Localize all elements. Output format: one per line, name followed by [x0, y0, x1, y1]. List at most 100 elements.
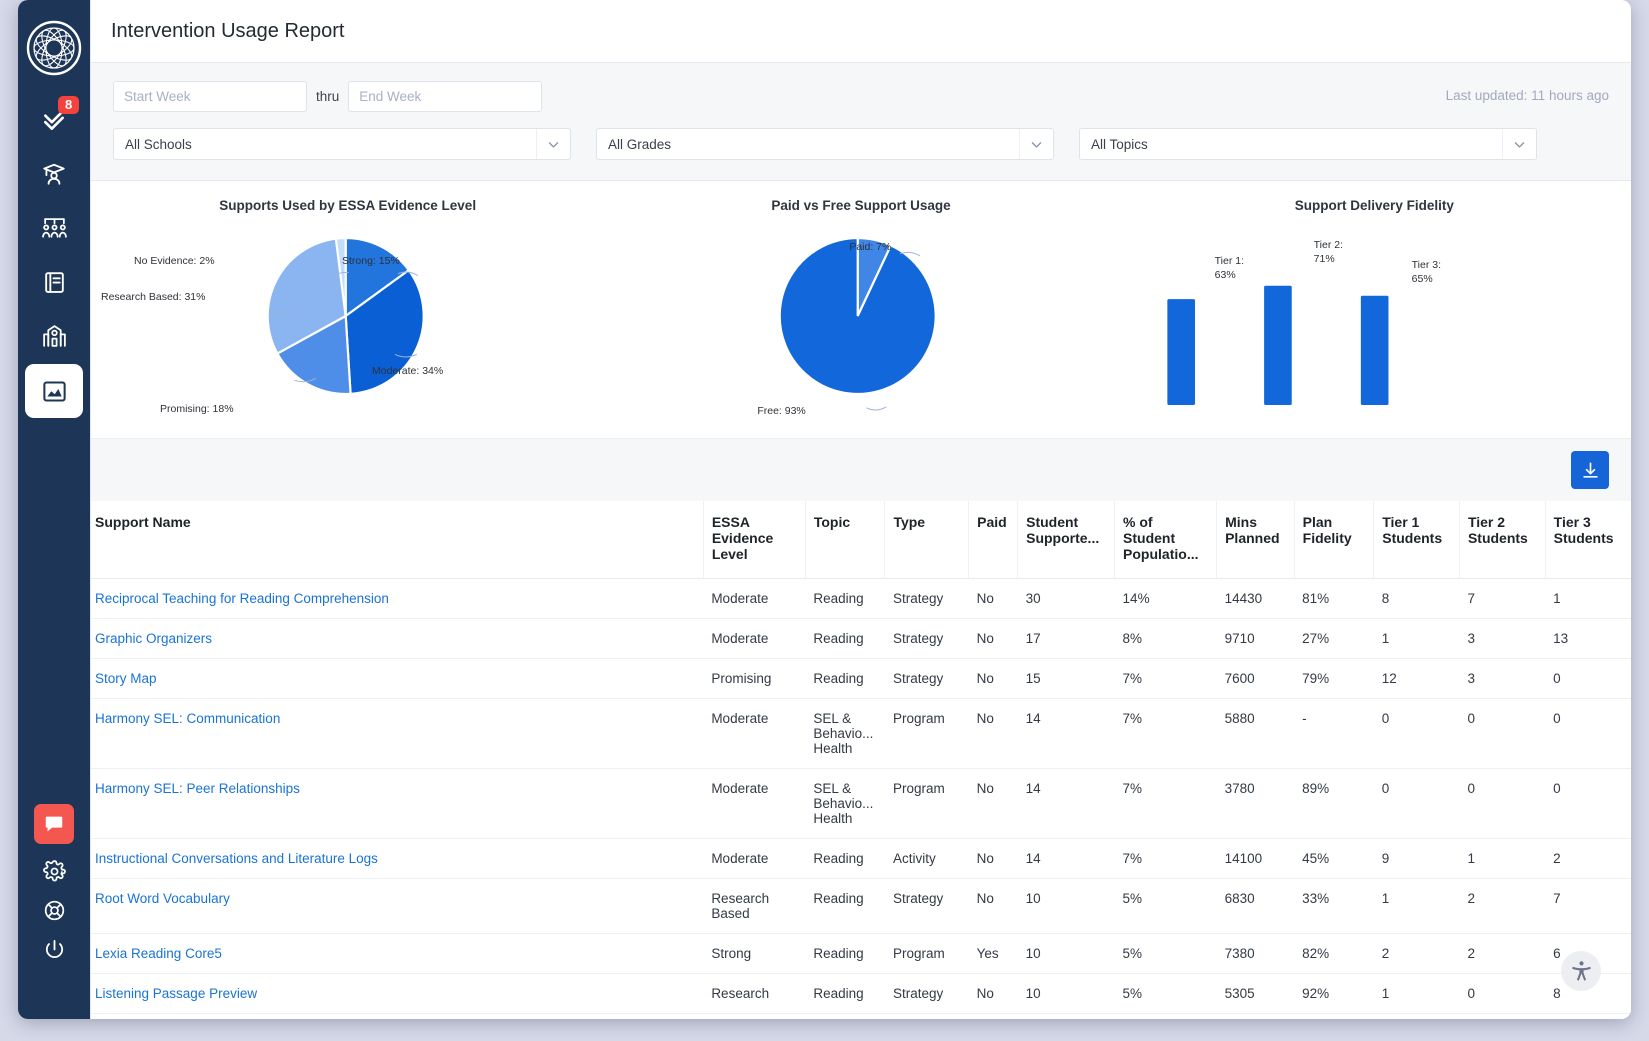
cell-students: 10	[1017, 933, 1115, 974]
pie1-label-research-based: Research Based: 31%	[101, 291, 206, 303]
column-header-type[interactable]: Type	[884, 501, 969, 579]
pie-slice	[778, 236, 938, 396]
column-header-topic[interactable]: Topic	[804, 501, 885, 579]
cell-type: Strategy	[884, 878, 969, 934]
pie1-label-promising: Promising: 18%	[160, 403, 234, 415]
column-header-students-supported[interactable]: Student Supporte...	[1017, 501, 1115, 579]
cell-tier3: 1	[1545, 578, 1631, 619]
support-name-link[interactable]: Story Map	[95, 671, 157, 686]
support-name-link[interactable]: Reciprocal Teaching for Reading Comprehe…	[95, 591, 389, 606]
cell-pct: 5%	[1114, 933, 1217, 974]
support-name-link[interactable]: Harmony SEL: Peer Relationships	[95, 781, 300, 796]
support-name-link[interactable]: Graphic Organizers	[95, 631, 212, 646]
chart-plot-area: Tier 1: 63% Tier 2: 71% Tier 3: 65%	[1118, 213, 1631, 418]
app-logo[interactable]	[26, 20, 82, 76]
sidebar-item-students[interactable]	[26, 148, 82, 200]
main-content: Intervention Usage Report thru Last upda…	[90, 0, 1631, 1019]
cell-topic: Reading	[805, 933, 885, 974]
gear-icon	[42, 860, 66, 882]
accessibility-widget-button[interactable]	[1561, 951, 1601, 991]
support-name-link[interactable]: Lexia Reading Core5	[95, 946, 222, 961]
cell-support-name: Graphic Organizers	[91, 618, 704, 659]
cell-tier1: 0	[1373, 768, 1460, 839]
sidebar-item-settings[interactable]	[42, 860, 66, 883]
cell-topic: Reading	[805, 618, 885, 659]
filter-bar: thru Last updated: 11 hours ago All Scho…	[91, 63, 1631, 181]
cell-students: 10	[1017, 878, 1115, 934]
power-icon	[45, 939, 63, 958]
table-head: Support Name ESSA Evidence Level Topic T…	[91, 501, 1631, 579]
cell-tier1: 0	[1373, 698, 1460, 769]
cell-tier1: 1	[1373, 878, 1460, 934]
pie1-label-no-evidence: No Evidence: 2%	[134, 255, 215, 267]
cell-students: 15	[1017, 658, 1115, 699]
pie2-label-free: Free: 93%	[757, 405, 806, 417]
cell-fidelity: 82%	[1294, 933, 1374, 974]
cell-tier2: 2	[1459, 878, 1546, 934]
cell-essa: Moderate	[703, 618, 806, 659]
sidebar-item-schools[interactable]	[26, 310, 82, 362]
cell-essa: Moderate	[703, 838, 806, 879]
schools-select[interactable]: All Schools	[113, 128, 571, 160]
cell-essa: Promising	[703, 658, 806, 699]
column-header-mins-planned[interactable]: Mins Planned	[1216, 501, 1295, 579]
cell-mins: 9710	[1216, 618, 1295, 659]
table-header-row: Support Name ESSA Evidence Level Topic T…	[91, 501, 1631, 579]
start-week-input[interactable]	[113, 81, 307, 112]
cell-mins: 14430	[1216, 578, 1295, 619]
grades-select-value: All Grades	[608, 136, 672, 152]
sidebar-item-groups[interactable]	[26, 202, 82, 254]
cell-tier3: 2	[1545, 838, 1631, 879]
cell-type: Program	[884, 768, 969, 839]
cell-paid: No	[968, 578, 1018, 619]
cell-topic: Reading	[805, 838, 885, 879]
column-header-tier3-students[interactable]: Tier 3 Students	[1544, 501, 1631, 579]
end-week-input[interactable]	[348, 81, 543, 112]
download-button[interactable]	[1571, 451, 1609, 489]
support-name-link[interactable]: Root Word Vocabulary	[95, 891, 230, 906]
cell-type: Strategy	[884, 578, 969, 619]
column-header-pct-student-population[interactable]: % of Student Populatio...	[1114, 501, 1217, 579]
cell-paid: No	[968, 973, 1018, 1014]
sidebar-item-curriculum[interactable]	[26, 256, 82, 308]
sidebar-item-logout[interactable]	[43, 938, 66, 961]
cell-topic: SEL & Behavio... Health	[805, 698, 885, 769]
thru-label: thru	[316, 89, 340, 104]
cell-support-name: Story Map	[91, 658, 704, 699]
accessibility-icon	[1571, 960, 1591, 981]
sidebar-item-tasks[interactable]: 8	[26, 94, 82, 146]
support-name-link[interactable]: Instructional Conversations and Literatu…	[95, 851, 378, 866]
supports-table-container[interactable]: Support Name ESSA Evidence Level Topic T…	[91, 501, 1631, 1019]
cell-students: 10	[1017, 973, 1115, 1014]
column-header-essa-evidence-level[interactable]: ESSA Evidence Level	[702, 501, 806, 579]
grades-select[interactable]: All Grades	[596, 128, 1054, 160]
sidebar-item-reports[interactable]	[25, 364, 83, 418]
bar	[1360, 295, 1389, 405]
column-header-tier2-students[interactable]: Tier 2 Students	[1458, 501, 1546, 579]
cell-support-name: Listening Passage Preview	[91, 973, 704, 1014]
support-name-link[interactable]: Harmony SEL: Communication	[95, 711, 280, 726]
column-header-tier1-students[interactable]: Tier 1 Students	[1373, 501, 1460, 579]
sidebar-item-help[interactable]	[43, 899, 66, 922]
cell-type: Strategy	[884, 973, 969, 1014]
cell-tier1: 8	[1373, 578, 1460, 619]
chevron-down-icon	[1502, 129, 1536, 159]
cell-tier2: 1	[1459, 838, 1546, 879]
table-row: Listening Passage Preview Research Reading…	[91, 973, 1631, 1014]
cell-topic: Reading	[805, 973, 885, 1014]
column-header-plan-fidelity[interactable]: Plan Fidelity	[1293, 501, 1374, 579]
supports-table: Support Name ESSA Evidence Level Topic T…	[91, 501, 1631, 1014]
column-header-paid[interactable]: Paid	[968, 501, 1018, 579]
cell-fidelity: 33%	[1294, 878, 1374, 934]
cell-support-name: Reciprocal Teaching for Reading Comprehe…	[91, 578, 704, 619]
charts-row: Supports Used by ESSA Evidence Level No …	[91, 181, 1631, 439]
life-ring-icon	[44, 900, 64, 921]
support-name-link[interactable]: Listening Passage Preview	[95, 986, 257, 1001]
cell-topic: Reading	[805, 658, 885, 699]
cell-tier3: 0	[1545, 768, 1631, 839]
chart-plot-area: Paid: 7% Free: 93%	[604, 213, 1117, 418]
sidebar-item-messages[interactable]	[34, 804, 74, 844]
topics-select[interactable]: All Topics	[1079, 128, 1537, 160]
column-header-support-name[interactable]: Support Name	[91, 501, 704, 579]
cell-topic: SEL & Behavio... Health	[805, 768, 885, 839]
